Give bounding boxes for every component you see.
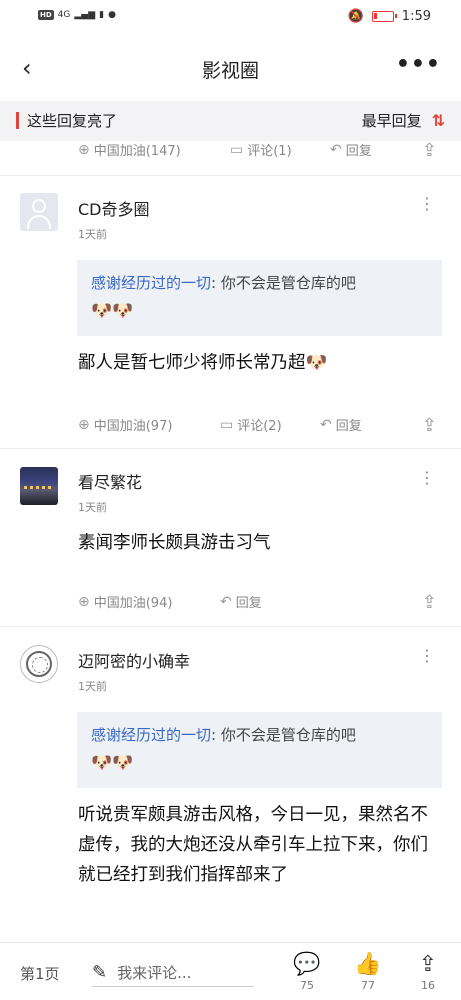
comment-time: 1天前 (78, 680, 107, 693)
quote-emojis: 🐶🐶 (91, 753, 134, 773)
section-label-text: 这些回复亮了 (27, 112, 118, 130)
comment-button[interactable]: ▭ 评论(2) (220, 415, 282, 435)
quote-text: : 你不会是管仓库的吧 (211, 726, 356, 744)
divider (0, 626, 461, 627)
cheer-label: 中国加油(97) (93, 419, 173, 434)
username[interactable]: 迈阿密的小确幸 (78, 648, 190, 672)
status-right: 🔕 1:59 (348, 9, 431, 24)
cheer-button[interactable]: ⊕ 中国加油(97) (78, 415, 173, 435)
share-icon[interactable]: ⇪ (422, 415, 437, 436)
signal-icon: ▂▄▆ (74, 10, 96, 20)
reply-button[interactable]: ↶ 回复 (220, 592, 262, 612)
quote-author[interactable]: 感谢经历过的一切 (91, 274, 211, 292)
share-button[interactable]: ⇪ 16 (408, 951, 448, 992)
cheer-label: 中国加油(147) (93, 144, 181, 159)
reply-button[interactable]: ↶ 回复 (320, 415, 362, 435)
more-vertical-icon[interactable]: ⋮ (419, 646, 435, 665)
quote-emojis: 🐶🐶 (91, 301, 134, 321)
comment-icon: ▭ (230, 141, 244, 158)
nav-bar: ‹ 影视圈 ••• (0, 44, 461, 92)
comment-input[interactable]: ✎ 我来评论... (92, 959, 254, 987)
comment-time: 1天前 (78, 228, 107, 241)
comments-button[interactable]: 💬 75 (287, 951, 327, 992)
battery-icon (371, 11, 397, 22)
filter-bar: 这些回复亮了 最早回复 ⇅ (0, 101, 461, 141)
share-icon: ⇪ (418, 952, 438, 977)
accent-bar (16, 112, 19, 129)
avatar[interactable] (20, 467, 58, 505)
comment-label: 评论(2) (237, 419, 282, 434)
reply-button[interactable]: ↶ 回复 (330, 140, 372, 160)
cheer-button[interactable]: ⊕ 中国加油(94) (78, 592, 173, 612)
sort-button[interactable]: 最早回复 ⇅ (362, 110, 445, 131)
status-time: 1:59 (401, 9, 431, 24)
avatar[interactable] (20, 193, 58, 231)
reply-icon: ↶ (220, 593, 232, 610)
pencil-icon: ✎ (92, 962, 108, 983)
comment-content: 鄙人是暂七师少将师长常乃超🐶 (78, 353, 328, 373)
comment-label: 评论(1) (247, 144, 292, 159)
cheer-icon: ⊕ (78, 141, 90, 158)
comment-actions: ⊕ 中国加油(147) ▭ 评论(1) ↶ 回复 ⇪ (0, 140, 461, 170)
divider (0, 175, 461, 176)
comment-actions: ⊕ 中国加油(94) ↶ 回复 ⇪ (0, 592, 461, 622)
divider (0, 448, 461, 449)
section-label: 这些回复亮了 (16, 110, 117, 131)
bottom-bar: 第1页 ✎ 我来评论... 💬 75 👍 77 ⇪ 16 (0, 942, 461, 1000)
message-icon: ● (108, 10, 116, 20)
more-horizontal-icon[interactable]: ••• (396, 52, 441, 77)
cheer-icon: ⊕ (78, 593, 90, 610)
username[interactable]: CD奇多圈 (78, 196, 150, 220)
comment-content: 素闻李师长颇具游击习气 (78, 533, 271, 553)
comment-actions: ⊕ 中国加油(97) ▭ 评论(2) ↶ 回复 ⇪ (0, 415, 461, 445)
share-icon[interactable]: ⇪ (422, 140, 437, 161)
cheer-button[interactable]: ⊕ 中国加油(147) (78, 140, 181, 160)
sort-arrows-icon: ⇅ (431, 111, 445, 130)
page-indicator[interactable]: 第1页 (20, 963, 60, 984)
quoted-reply[interactable]: 感谢经历过的一切: 你不会是管仓库的吧 🐶🐶 (77, 260, 442, 336)
comment-time: 1天前 (78, 501, 107, 514)
reply-label: 回复 (335, 419, 362, 434)
comment-content: 听说贵军颇具游击风格，今日一见，果然名不虚传，我的大炮还没从牵引车上拉下来，你们… (78, 805, 428, 885)
reply-icon: ↶ (330, 141, 342, 158)
reply-label: 回复 (345, 144, 372, 159)
app-screen: HD 4G ▂▄▆ ▮ ● 🔕 1:59 ‹ 影视圈 ••• 这些回复亮了 最早… (0, 0, 461, 1000)
comment-icon: ▭ (220, 416, 234, 433)
quoted-reply[interactable]: 感谢经历过的一切: 你不会是管仓库的吧 🐶🐶 (77, 712, 442, 788)
status-left: HD 4G ▂▄▆ ▮ ● (38, 10, 116, 20)
network-label: 4G (57, 10, 71, 20)
thumbs-up-icon: 👍 (354, 952, 382, 977)
like-button[interactable]: 👍 77 (348, 951, 388, 992)
comment-bubble-icon: 💬 (293, 952, 321, 977)
cheer-icon: ⊕ (78, 416, 90, 433)
mute-icon: 🔕 (347, 9, 364, 24)
shares-count: 16 (421, 979, 435, 992)
hd-badge: HD (38, 10, 54, 20)
comment-button[interactable]: ▭ 评论(1) (230, 140, 292, 160)
more-vertical-icon[interactable]: ⋮ (419, 194, 435, 213)
sim-icon: ▮ (99, 10, 105, 20)
comment-input-placeholder: 我来评论... (117, 964, 192, 982)
reply-label: 回复 (235, 596, 262, 611)
quote-author[interactable]: 感谢经历过的一切 (91, 726, 211, 744)
page-title: 影视圈 (201, 60, 259, 82)
username[interactable]: 看尽繁花 (78, 469, 142, 493)
likes-count: 77 (361, 979, 375, 992)
quote-text: : 你不会是管仓库的吧 (211, 274, 356, 292)
avatar[interactable] (20, 645, 58, 683)
reply-icon: ↶ (320, 416, 332, 433)
sort-label: 最早回复 (361, 112, 422, 130)
cheer-label: 中国加油(94) (93, 596, 173, 611)
comments-count: 75 (300, 979, 314, 992)
more-vertical-icon[interactable]: ⋮ (419, 468, 435, 487)
share-icon[interactable]: ⇪ (422, 592, 437, 613)
status-bar: HD 4G ▂▄▆ ▮ ● 🔕 1:59 (0, 0, 461, 36)
